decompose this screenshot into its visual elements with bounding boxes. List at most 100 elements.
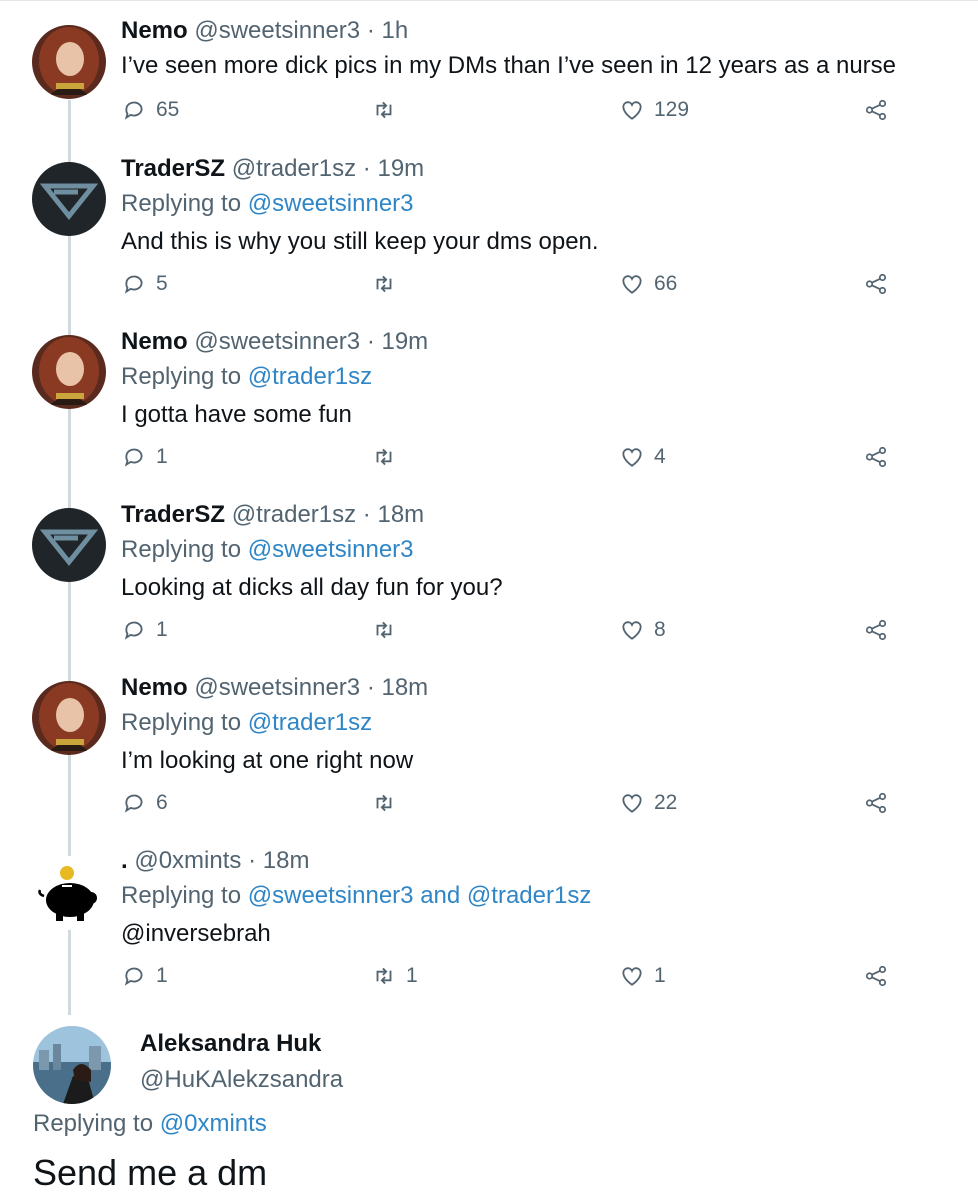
share-button[interactable] xyxy=(863,616,889,644)
share-button[interactable] xyxy=(863,96,889,124)
share-icon xyxy=(865,965,887,987)
replying-to: Replying to @sweetsinner3 xyxy=(121,186,958,222)
author-name[interactable]: TraderSZ xyxy=(121,501,225,528)
replying-to-label: Replying to xyxy=(121,536,242,563)
action-bar: 1 1 1 xyxy=(121,962,887,990)
action-bar: 5 66 xyxy=(121,270,887,298)
reply-icon xyxy=(124,967,143,986)
like-button[interactable]: 8 xyxy=(619,616,666,644)
share-button[interactable] xyxy=(863,962,889,990)
retweet-icon xyxy=(376,794,392,812)
reply-button[interactable]: 1 xyxy=(121,962,168,990)
share-button[interactable] xyxy=(863,789,889,817)
reply-button[interactable]: 1 xyxy=(121,443,168,471)
avatar-nemo-image xyxy=(32,681,106,755)
separator-dot: · xyxy=(366,674,375,701)
mention-link[interactable]: @trader1sz xyxy=(248,363,372,390)
tweet-text: And this is why you still keep your dms … xyxy=(121,228,599,255)
author-name[interactable]: Nemo xyxy=(121,674,188,701)
share-button[interactable] xyxy=(863,443,889,471)
tweet-mention-text[interactable]: @inversebrah xyxy=(121,916,958,952)
author-name[interactable]: TraderSZ xyxy=(121,155,225,182)
like-button[interactable]: 129 xyxy=(619,96,689,124)
reply-button[interactable]: 6 xyxy=(121,789,168,817)
retweet-button[interactable] xyxy=(371,270,406,298)
author-handle[interactable]: @trader1sz xyxy=(232,501,356,528)
separator-dot: · xyxy=(362,501,371,528)
avatar[interactable] xyxy=(32,162,106,236)
author-handle[interactable]: @sweetsinner3 xyxy=(194,17,360,44)
retweet-button[interactable] xyxy=(371,96,406,124)
retweet-button[interactable]: 1 xyxy=(371,962,418,990)
avatar[interactable] xyxy=(32,856,106,930)
retweet-button[interactable] xyxy=(371,443,406,471)
avatar[interactable] xyxy=(32,335,106,409)
mention-link[interactable]: @sweetsinner3 xyxy=(248,536,414,563)
timestamp[interactable]: 18m xyxy=(381,674,428,701)
mention-link[interactable]: @sweetsinner3 xyxy=(248,882,414,909)
avatar[interactable] xyxy=(32,681,106,755)
mention-link[interactable]: @0xmints xyxy=(160,1110,267,1137)
author-name[interactable]: Aleksandra Huk xyxy=(140,1030,321,1058)
reply-count: 65 xyxy=(156,98,180,121)
retweet-button[interactable] xyxy=(371,616,406,644)
separator-dot: · xyxy=(362,155,371,182)
author-name[interactable]: . xyxy=(121,847,128,874)
reply-icon xyxy=(124,621,143,640)
author-name[interactable]: Nemo xyxy=(121,328,188,355)
share-icon xyxy=(865,619,887,641)
avatar-aleksandra-image xyxy=(33,1026,111,1104)
timestamp[interactable]: 18m xyxy=(263,847,310,874)
tweet-text: I’ve seen more dick pics in my DMs than … xyxy=(121,52,897,79)
reply-button[interactable]: 1 xyxy=(121,616,168,644)
share-button[interactable] xyxy=(863,270,889,298)
mention-conjunction: and xyxy=(420,882,461,909)
like-button[interactable]: 22 xyxy=(619,789,677,817)
author-handle[interactable]: @0xmints xyxy=(134,847,241,874)
timestamp[interactable]: 18m xyxy=(377,501,424,528)
avatar[interactable] xyxy=(32,25,106,99)
author-handle[interactable]: @sweetsinner3 xyxy=(194,328,360,355)
like-button[interactable]: 66 xyxy=(619,270,677,298)
author-handle[interactable]: @HuKAlekzsandra xyxy=(140,1066,343,1094)
retweet-icon xyxy=(376,967,392,985)
top-divider xyxy=(0,0,978,5)
separator-dot: · xyxy=(366,17,375,44)
reply-icon xyxy=(124,101,143,120)
replying-to: Replying to @sweetsinner3 and @trader1sz xyxy=(121,878,958,914)
author-name[interactable]: Nemo xyxy=(121,17,188,44)
reply-button[interactable]: 5 xyxy=(121,270,168,298)
share-icon xyxy=(865,99,887,121)
reply-icon xyxy=(124,275,143,294)
share-icon xyxy=(865,792,887,814)
reply-button[interactable]: 65 xyxy=(121,96,179,124)
author-handle[interactable]: @sweetsinner3 xyxy=(194,674,360,701)
timestamp[interactable]: 1h xyxy=(381,17,408,44)
mention-link[interactable]: @trader1sz xyxy=(248,709,372,736)
avatar[interactable] xyxy=(33,1026,111,1104)
like-button[interactable]: 1 xyxy=(619,962,666,990)
like-count: 129 xyxy=(654,98,690,121)
tweet-text: I’m looking at one right now xyxy=(121,747,414,774)
reply-count: 5 xyxy=(156,272,168,295)
retweet-icon xyxy=(376,448,392,466)
like-button[interactable]: 4 xyxy=(619,443,666,471)
tweet-text: I gotta have some fun xyxy=(121,401,352,428)
mention-link[interactable]: @trader1sz xyxy=(467,882,591,909)
heart-icon xyxy=(622,967,642,986)
mention-link[interactable]: @sweetsinner3 xyxy=(248,190,414,217)
replying-to: Replying to @sweetsinner3 xyxy=(121,532,958,568)
author-handle[interactable]: @trader1sz xyxy=(232,155,356,182)
replying-to-label: Replying to xyxy=(121,190,242,217)
heart-icon xyxy=(622,101,642,120)
timestamp[interactable]: 19m xyxy=(381,328,428,355)
like-count: 8 xyxy=(654,618,666,641)
avatar[interactable] xyxy=(32,508,106,582)
focused-tweet[interactable]: Aleksandra Huk @HuKAlekzsandra Replying … xyxy=(0,1022,978,1200)
like-count: 4 xyxy=(654,445,666,468)
reply-count: 6 xyxy=(156,791,168,814)
replying-to: Replying to @0xmints xyxy=(33,1110,267,1138)
retweet-icon xyxy=(376,275,392,293)
retweet-button[interactable] xyxy=(371,789,406,817)
timestamp[interactable]: 19m xyxy=(377,155,424,182)
